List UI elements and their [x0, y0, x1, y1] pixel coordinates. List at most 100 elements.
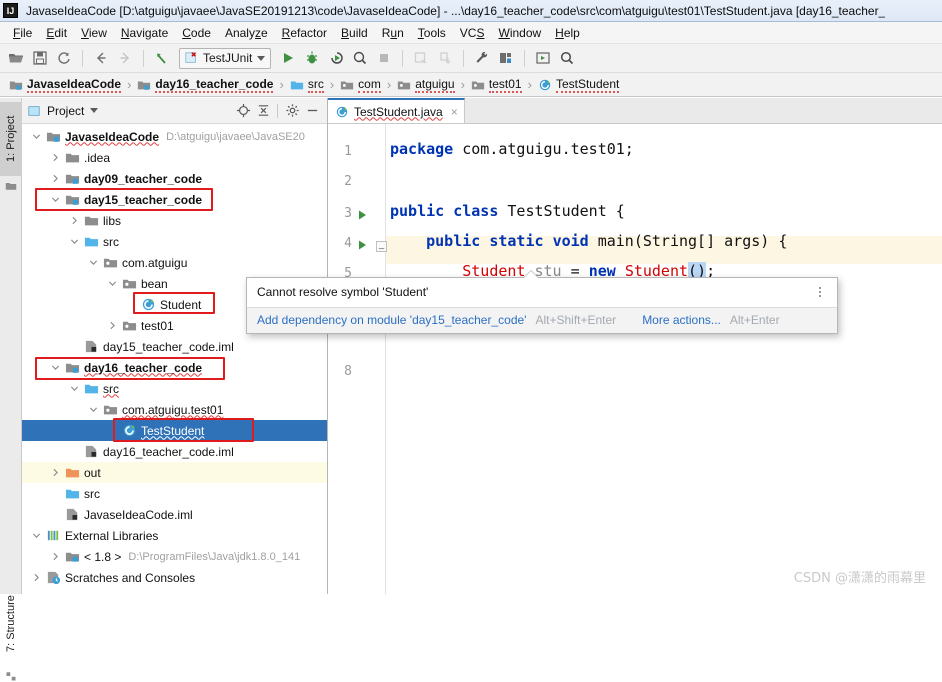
tree-row-src[interactable]: src	[22, 378, 327, 399]
locate-target-icon[interactable]	[233, 101, 253, 121]
chevron-right-icon[interactable]	[49, 152, 61, 164]
code-fold-toggle[interactable]	[376, 241, 387, 252]
tree-row-day15-teacher-code[interactable]: day15_teacher_code	[22, 189, 327, 210]
run-method-gutter-icon[interactable]	[357, 239, 369, 251]
chevron-down-icon[interactable]	[90, 108, 99, 113]
tree-row-day16-teacher-code-iml[interactable]: day16_teacher_code.iml	[22, 441, 327, 462]
settings-wrench-icon[interactable]	[471, 47, 493, 69]
search-everywhere-icon[interactable]	[556, 47, 578, 69]
open-folder-icon[interactable]	[5, 47, 27, 69]
chevron-down-icon[interactable]	[49, 194, 61, 206]
tree-row-day15-teacher-code-iml[interactable]: day15_teacher_code.iml	[22, 336, 327, 357]
chevron-down-icon[interactable]	[68, 236, 80, 248]
tree-row-day09-teacher-code[interactable]: day09_teacher_code	[22, 168, 327, 189]
menu-tools[interactable]: Tools	[411, 24, 453, 42]
breadcrumb-item-atguigu[interactable]: atguigu	[394, 76, 457, 94]
chevron-down-icon[interactable]	[68, 383, 80, 395]
tree-row-out[interactable]: out	[22, 462, 327, 483]
quickfix-add-dependency-link[interactable]: Add dependency on module 'day15_teacher_…	[257, 313, 526, 327]
menu-help[interactable]: Help	[548, 24, 587, 42]
breadcrumb-item-teststudent[interactable]: TestStudent	[535, 76, 622, 94]
error-tooltip-popup[interactable]: Cannot resolve symbol 'Student' Add depe…	[246, 270, 838, 334]
sync-refresh-icon[interactable]	[53, 47, 75, 69]
menu-build[interactable]: Build	[334, 24, 375, 42]
tree-row-idea[interactable]: .idea	[22, 147, 327, 168]
menu-edit[interactable]: Edit	[39, 24, 74, 42]
forward-arrow-icon[interactable]	[114, 47, 136, 69]
breadcrumb-item-com[interactable]: com	[337, 76, 384, 94]
tree-row-day16-teacher-code[interactable]: day16_teacher_code	[22, 357, 327, 378]
more-actions-link[interactable]: More actions...	[642, 313, 721, 327]
project-structure-icon[interactable]	[495, 47, 517, 69]
chevron-down-icon[interactable]	[87, 257, 99, 269]
tree-row-com-atguigu-test01[interactable]: com.atguigu.test01	[22, 399, 327, 420]
breadcrumb-label: JavaseIdeaCode	[27, 76, 122, 93]
select-in-icon[interactable]	[532, 47, 554, 69]
tool-window-button-structure[interactable]: 7: Structure	[0, 582, 22, 666]
folder-icon	[84, 216, 99, 226]
menu-navigate[interactable]: Navigate	[114, 24, 175, 42]
more-options-icon[interactable]	[813, 285, 827, 297]
save-all-icon[interactable]	[29, 47, 51, 69]
run-icon[interactable]	[277, 47, 299, 69]
menu-file[interactable]: FFileile	[6, 24, 39, 42]
menu-run[interactable]: Run	[375, 24, 411, 42]
breadcrumb-item-day16_teacher_code[interactable]: day16_teacher_code	[134, 76, 276, 94]
revert-icon[interactable]	[151, 47, 173, 69]
chevron-right-icon[interactable]	[49, 551, 61, 563]
editor-tab-teststudent[interactable]: TestStudent.java ×	[328, 98, 465, 123]
collapse-all-icon[interactable]	[253, 101, 273, 121]
tree-row-libs[interactable]: libs	[22, 210, 327, 231]
chevron-down-icon[interactable]	[87, 404, 99, 416]
close-icon[interactable]: ×	[451, 105, 458, 119]
menu-refactor[interactable]: Refactor	[275, 24, 334, 42]
chevron-right-icon[interactable]	[68, 215, 80, 227]
editor-gutter[interactable]	[328, 124, 386, 594]
breadcrumb-item-test01[interactable]: test01	[468, 76, 525, 94]
chevron-down-icon[interactable]	[49, 362, 61, 374]
tree-row-teststudent[interactable]: TestStudent	[22, 420, 327, 441]
keyword-void: void	[552, 232, 589, 250]
breadcrumb-item-src[interactable]: src	[287, 76, 327, 94]
run-with-coverage-icon[interactable]	[325, 47, 347, 69]
tool-window-button-project[interactable]: 1: Project	[0, 102, 22, 176]
menu-view[interactable]: View	[74, 24, 114, 42]
chevron-right-icon[interactable]	[49, 467, 61, 479]
tree-row-external-libraries[interactable]: External Libraries	[22, 525, 327, 546]
tree-row-1-8[interactable]: < 1.8 > D:\ProgramFiles\Java\jdk1.8.0_141	[22, 546, 327, 567]
source-folder-icon	[84, 384, 99, 394]
project-tree[interactable]: JavaseIdeaCode D:\atguigu\javaee\JavaSE20…	[22, 124, 327, 594]
run-class-gutter-icon[interactable]	[357, 209, 369, 221]
chevron-right-icon[interactable]	[30, 572, 42, 584]
tree-row-src[interactable]: src	[22, 231, 327, 252]
chevron-down-icon[interactable]	[30, 131, 42, 143]
tree-item-label: TestStudent	[141, 423, 205, 438]
chevron-right-icon[interactable]	[49, 173, 61, 185]
run-configuration-selector[interactable]: TestJUnit	[179, 47, 272, 69]
tree-row-src[interactable]: src	[22, 483, 327, 504]
chevron-down-icon[interactable]	[106, 278, 118, 290]
tree-item-label: src	[103, 381, 119, 396]
gear-icon[interactable]	[282, 101, 302, 121]
code-line-4: public static void main(String[] args) {	[390, 232, 787, 250]
debug-icon[interactable]	[301, 47, 323, 69]
back-arrow-icon[interactable]	[90, 47, 112, 69]
menu-analyze[interactable]: Analyze	[218, 24, 275, 42]
method-params: (String[] args) {	[633, 232, 788, 250]
code-editor[interactable]: 1 2 3 4 5 8 package com.atguigu.test01; …	[328, 124, 942, 594]
menu-code[interactable]: Code	[175, 24, 218, 42]
profile-icon[interactable]	[349, 47, 371, 69]
breadcrumb-item-javaseideacode[interactable]: JavaseIdeaCode	[6, 76, 124, 94]
tree-row-javaseideacode[interactable]: JavaseIdeaCode D:\atguigu\javaee\JavaSE20	[22, 126, 327, 147]
chevron-down-icon[interactable]	[257, 55, 266, 61]
tree-item-label: day15_teacher_code	[84, 192, 203, 207]
chevron-down-icon[interactable]	[30, 530, 42, 542]
tree-row-javaseideacode-iml[interactable]: JavaseIdeaCode.iml	[22, 504, 327, 525]
menu-vcs[interactable]: VCS	[453, 24, 492, 42]
menu-window[interactable]: Window	[491, 24, 548, 42]
hide-window-icon[interactable]	[302, 101, 322, 121]
chevron-right-icon[interactable]	[106, 320, 118, 332]
folder-icon	[65, 153, 80, 163]
tree-row-scratches-and-consoles[interactable]: Scratches and Consoles	[22, 567, 327, 588]
tree-row-com-atguigu[interactable]: com.atguigu	[22, 252, 327, 273]
